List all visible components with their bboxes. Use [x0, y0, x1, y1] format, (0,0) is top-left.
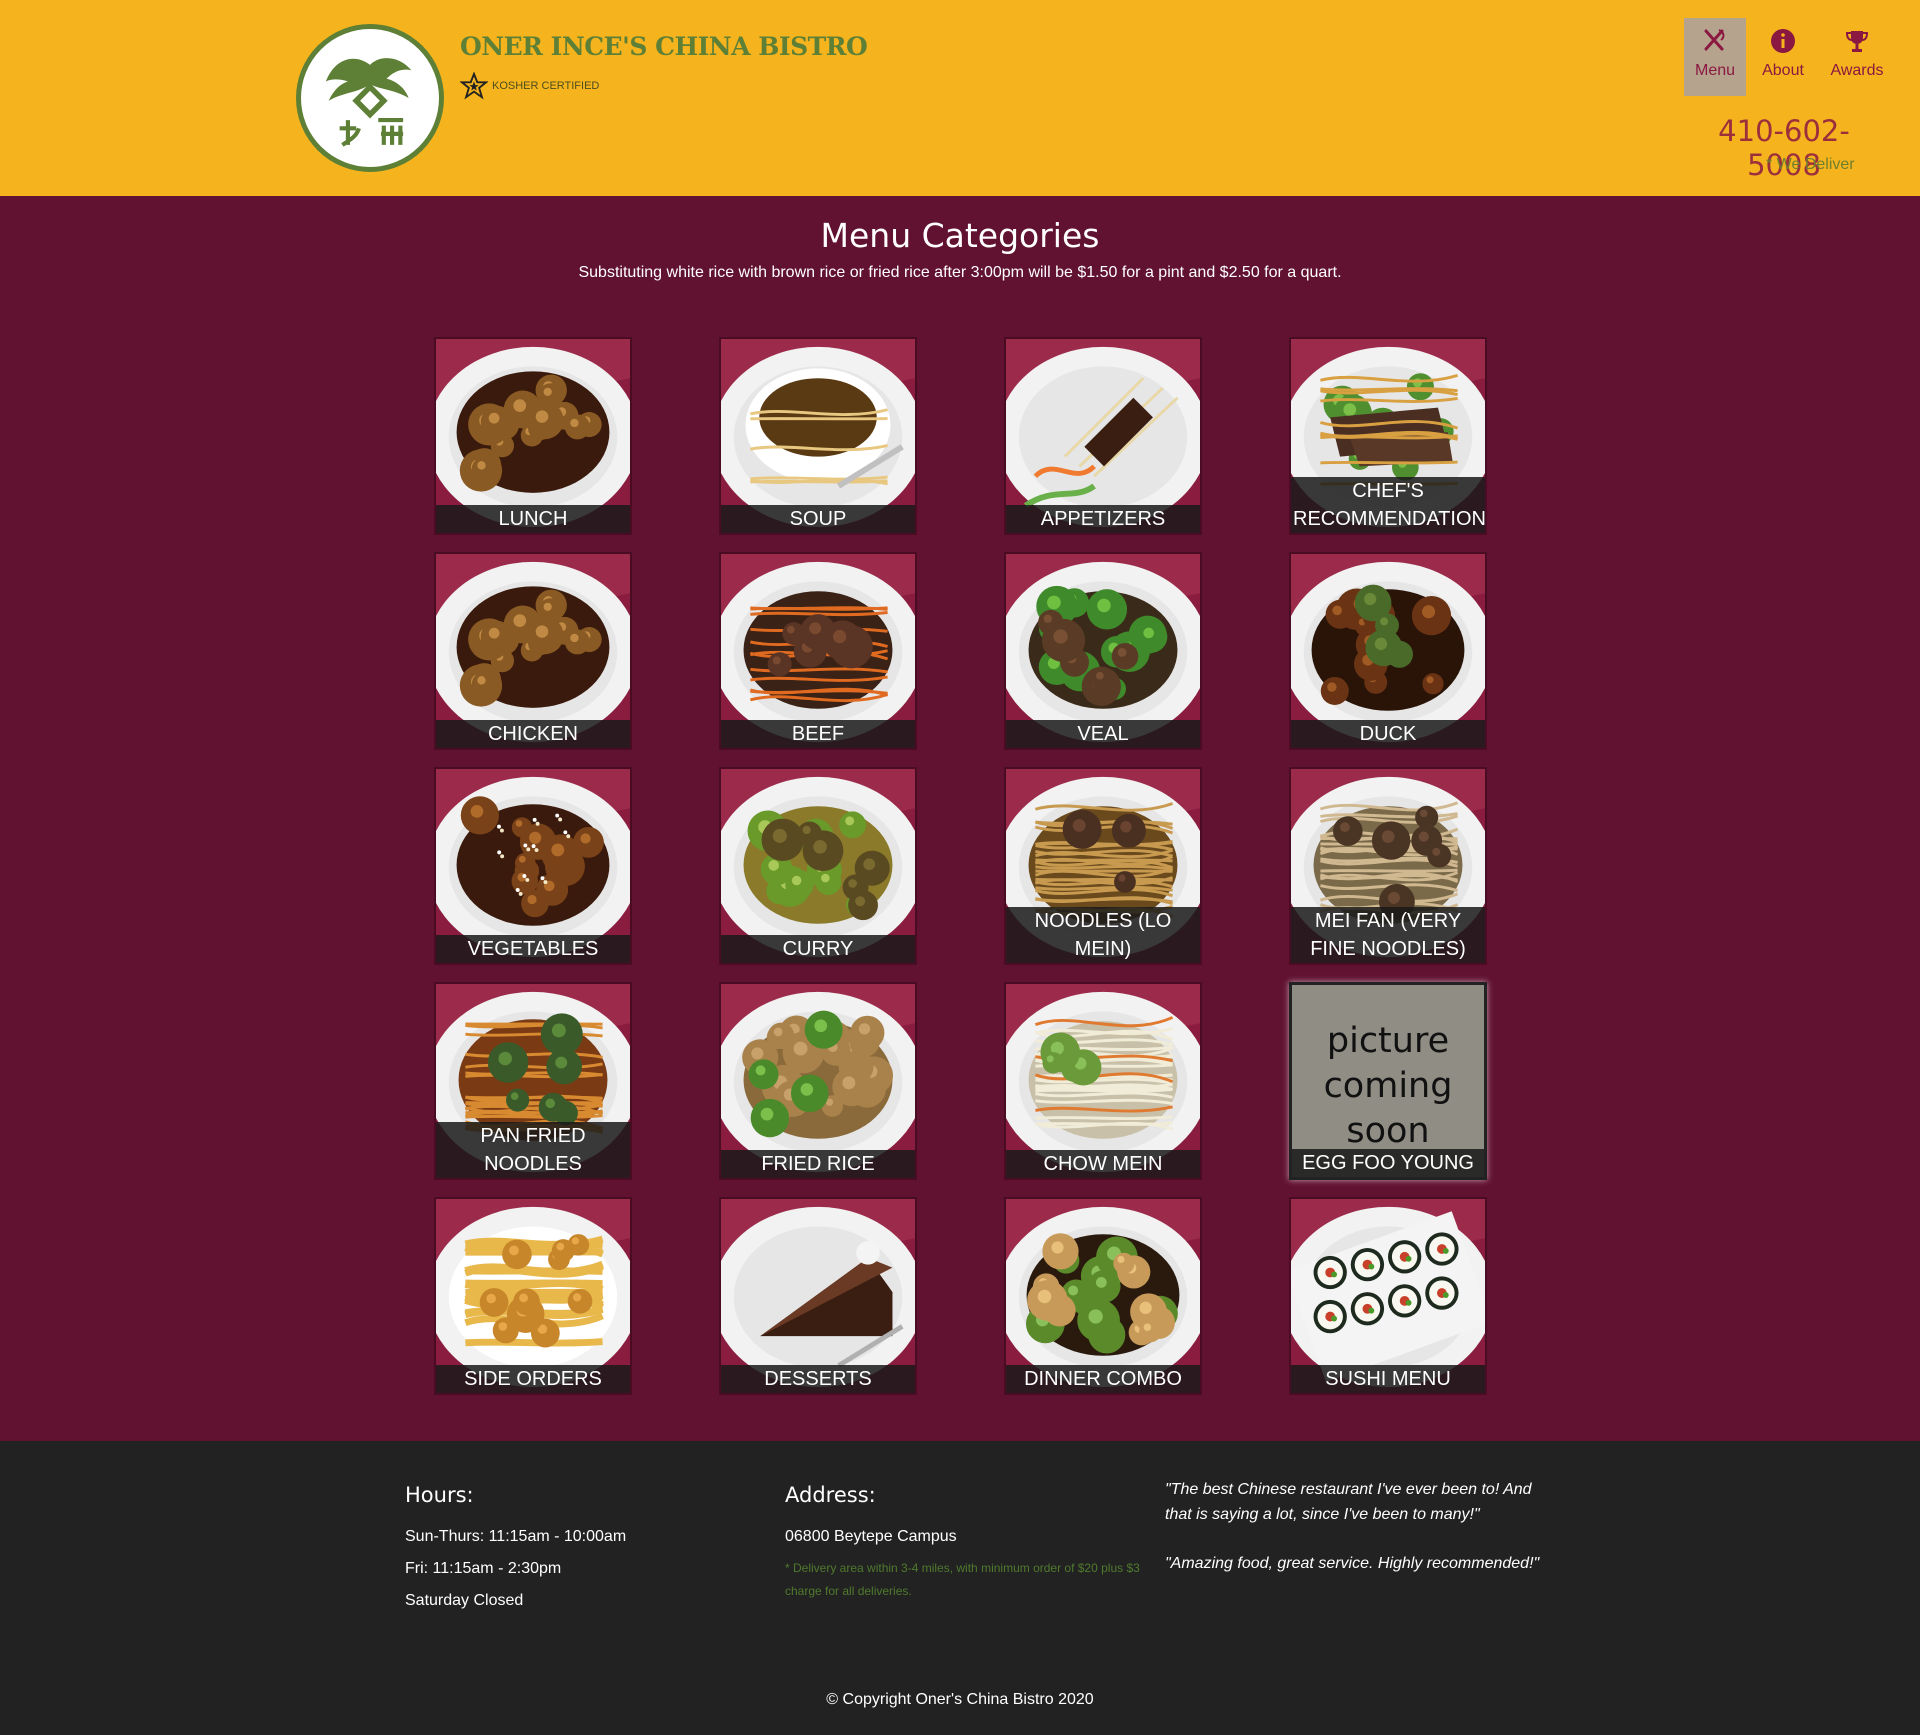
category-tile[interactable]: DUCK — [1289, 552, 1487, 750]
dish-photo — [721, 554, 915, 748]
category-tile[interactable]: CHICKEN — [434, 552, 632, 750]
info-icon — [1771, 29, 1795, 53]
hours-line: Fri: 11:15am - 2:30pm — [405, 1560, 562, 1577]
hours-line: Sun-Thurs: 11:15am - 10:00am — [405, 1528, 627, 1545]
category-tile[interactable]: LUNCH — [434, 337, 632, 535]
dish-photo — [436, 1199, 630, 1393]
category-label: PAN FRIED NOODLES — [436, 1122, 630, 1178]
category-tile[interactable]: NOODLES (LO MEIN) — [1004, 767, 1202, 965]
delivery-note: * Delivery area within 3-4 miles, with m… — [785, 1561, 1140, 1598]
dish-photo — [436, 339, 630, 533]
brand-title[interactable]: ONER INCE'S CHINA BISTRO — [460, 32, 868, 61]
category-label: LUNCH — [436, 505, 630, 533]
category-label: MEI FAN (VERY FINE NOODLES) — [1291, 907, 1485, 963]
category-label: SOUP — [721, 505, 915, 533]
testimonial: "The best Chinese restaurant I've ever b… — [1165, 1481, 1532, 1523]
category-tile[interactable]: VEGETABLES — [434, 767, 632, 965]
category-tile[interactable]: APPETIZERS — [1004, 337, 1202, 535]
dish-photo — [721, 984, 915, 1178]
dish-photo — [721, 339, 915, 533]
category-label: SUSHI MENU — [1291, 1365, 1485, 1393]
category-label: SIDE ORDERS — [436, 1365, 630, 1393]
nav-menu-label: Menu — [1694, 62, 1736, 79]
site-footer: Hours: Sun-Thurs: 11:15am - 10:00am Fri:… — [0, 1441, 1920, 1735]
category-label: APPETIZERS — [1006, 505, 1200, 533]
category-tile[interactable]: DINNER COMBO — [1004, 1197, 1202, 1395]
category-label: VEGETABLES — [436, 935, 630, 963]
dish-photo — [436, 769, 630, 963]
category-tile[interactable]: PAN FRIED NOODLES — [434, 982, 632, 1180]
dish-photo — [436, 554, 630, 748]
category-label: DINNER COMBO — [1006, 1365, 1200, 1393]
category-tile[interactable]: VEAL — [1004, 552, 1202, 750]
category-label: CHICKEN — [436, 720, 630, 748]
hours-column: Hours: Sun-Thurs: 11:15am - 10:00am Fri:… — [405, 1483, 626, 1617]
menu-section: Menu Categories Substituting white rice … — [0, 196, 1920, 1441]
category-tile[interactable]: CHOW MEIN — [1004, 982, 1202, 1180]
placeholder-text: picture coming soon — [1323, 1021, 1453, 1151]
nav-awards-label: Awards — [1830, 62, 1884, 79]
category-label: CHEF'S RECOMMENDATIONS — [1291, 477, 1485, 533]
dish-photo — [1006, 1199, 1200, 1393]
address-title: Address: — [785, 1483, 876, 1507]
rice-note: Substituting white rice with brown rice … — [578, 264, 1342, 281]
star-icon — [460, 72, 488, 100]
category-tile[interactable]: SUSHI MENU — [1289, 1197, 1487, 1395]
nav-awards[interactable]: Awards — [1820, 18, 1894, 96]
page-title: Menu Categories — [820, 216, 1100, 255]
kosher-label: KOSHER CERTIFIED — [492, 80, 600, 92]
dish-photo — [1006, 339, 1200, 533]
category-label: CHOW MEIN — [1006, 1150, 1200, 1178]
hours-title: Hours: — [405, 1483, 474, 1507]
category-label: FRIED RICE — [721, 1150, 915, 1178]
category-tile[interactable]: DESSERTS — [719, 1197, 917, 1395]
site-header: ONER INCE'S CHINA BISTRO KOSHER CERTIFIE… — [0, 0, 1920, 196]
category-tile[interactable]: CURRY — [719, 767, 917, 965]
category-tile[interactable]: SIDE ORDERS — [434, 1197, 632, 1395]
category-label: DUCK — [1291, 720, 1485, 748]
category-label: NOODLES (LO MEIN) — [1006, 907, 1200, 963]
kosher-badge: KOSHER CERTIFIED — [460, 72, 599, 100]
dish-photo — [721, 1199, 915, 1393]
category-tile[interactable]: picture coming soon EGG FOO YOUNG — [1289, 982, 1487, 1180]
address-column: Address: 06800 Beytepe Campus * Delivery… — [785, 1483, 1145, 1603]
category-label: BEEF — [721, 720, 915, 748]
deliver-note: * We Deliver — [1766, 156, 1855, 173]
main-nav: Menu About Awards — [1684, 18, 1894, 96]
dish-photo — [1006, 554, 1200, 748]
testimonial: "Amazing food, great service. Highly rec… — [1165, 1555, 1540, 1572]
dish-photo — [1006, 984, 1200, 1178]
category-tile[interactable]: CHEF'S RECOMMENDATIONS — [1289, 337, 1487, 535]
dish-photo — [1291, 554, 1485, 748]
category-label: VEAL — [1006, 720, 1200, 748]
nav-menu[interactable]: Menu — [1684, 18, 1746, 96]
dish-photo — [1291, 1199, 1485, 1393]
dragon-logo-icon[interactable] — [296, 24, 444, 172]
fork-knife-icon — [1704, 29, 1725, 51]
dish-photo — [721, 769, 915, 963]
category-tile[interactable]: FRIED RICE — [719, 982, 917, 1180]
category-tile[interactable]: SOUP — [719, 337, 917, 535]
category-label: CURRY — [721, 935, 915, 963]
category-grid: LUNCH SOUP APPETIZERS CHEF'S RECOMMENDATION… — [434, 337, 1487, 1395]
category-tile[interactable]: BEEF — [719, 552, 917, 750]
category-label: DESSERTS — [721, 1365, 915, 1393]
category-label: EGG FOO YOUNG — [1292, 1149, 1484, 1177]
category-tile[interactable]: MEI FAN (VERY FINE NOODLES) — [1289, 767, 1487, 965]
nav-about-label: About — [1762, 62, 1804, 79]
hours-line: Saturday Closed — [405, 1592, 524, 1609]
testimonials-column: "The best Chinese restaurant I've ever b… — [1165, 1477, 1545, 1600]
address-line: 06800 Beytepe Campus — [785, 1528, 957, 1545]
nav-about[interactable]: About — [1746, 18, 1820, 96]
trophy-icon — [1845, 31, 1869, 52]
copyright: © Copyright Oner's China Bistro 2020 — [826, 1691, 1094, 1708]
